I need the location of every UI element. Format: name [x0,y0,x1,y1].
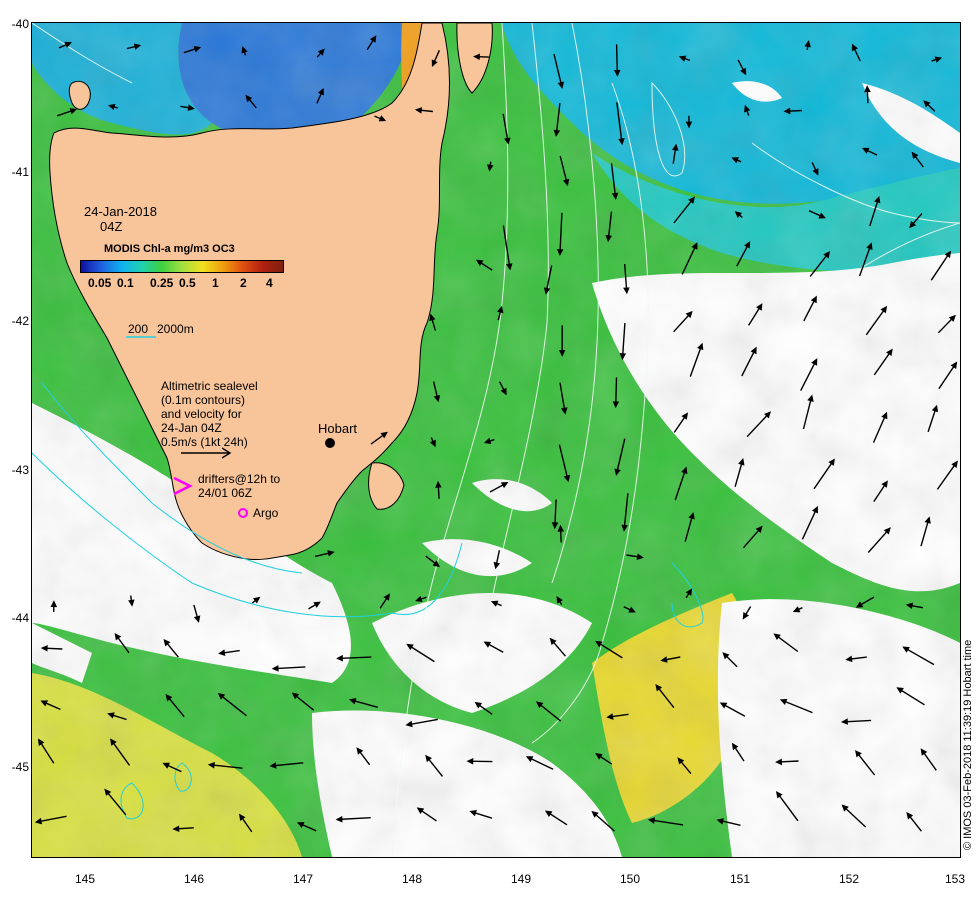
altimetry-note: Altimetric sealevel (0.1m contours) and … [161,379,258,449]
lon-tick-label: 148 [401,872,423,886]
map-product: MODIS Chl-a mg/m3 OC3 [104,243,235,255]
map-time: 04Z [100,219,123,234]
isobath-legend-a: 200 [128,322,149,336]
hobart-label: Hobart [318,421,358,436]
map-date: 24-Jan-2018 [84,204,157,219]
lat-tick-label: -44 [11,611,29,625]
chl-colorbar [80,260,284,273]
lat-tick-label: -45 [11,760,29,774]
lat-tick-label: -42 [11,314,29,328]
colorbar-tick: 0.25 [150,276,174,290]
lat-tick-label: -43 [11,463,29,477]
colorbar-tick: 2 [240,276,247,290]
colorbar-tick: 0.5 [179,276,196,290]
argo-label: Argo [253,506,279,520]
lon-tick-label: 151 [729,872,751,886]
hobart-marker [325,438,335,448]
lon-tick-label: 150 [619,872,641,886]
lon-tick-label: 147 [292,872,314,886]
credit-text: © IMOS 03-Feb-2018 11:39:19 Hobart time [962,639,974,850]
colorbar-tick: 1 [212,276,219,290]
lat-tick-label: -40 [11,17,29,31]
lon-tick-label: 146 [183,872,205,886]
lat-tick-label: -41 [11,165,29,179]
colorbar-tick: 0.1 [117,276,134,290]
lon-tick-label: 145 [74,872,96,886]
lon-tick-label: 149 [510,872,532,886]
colorbar-tick: 4 [266,276,273,290]
lon-tick-label: 153 [944,872,966,886]
colorbar-tick: 0.05 [88,276,112,290]
isobath-legend-b: 2000m [157,322,194,336]
lon-tick-label: 152 [838,872,860,886]
drifters-note: drifters@12h to 24/01 06Z [198,472,281,500]
